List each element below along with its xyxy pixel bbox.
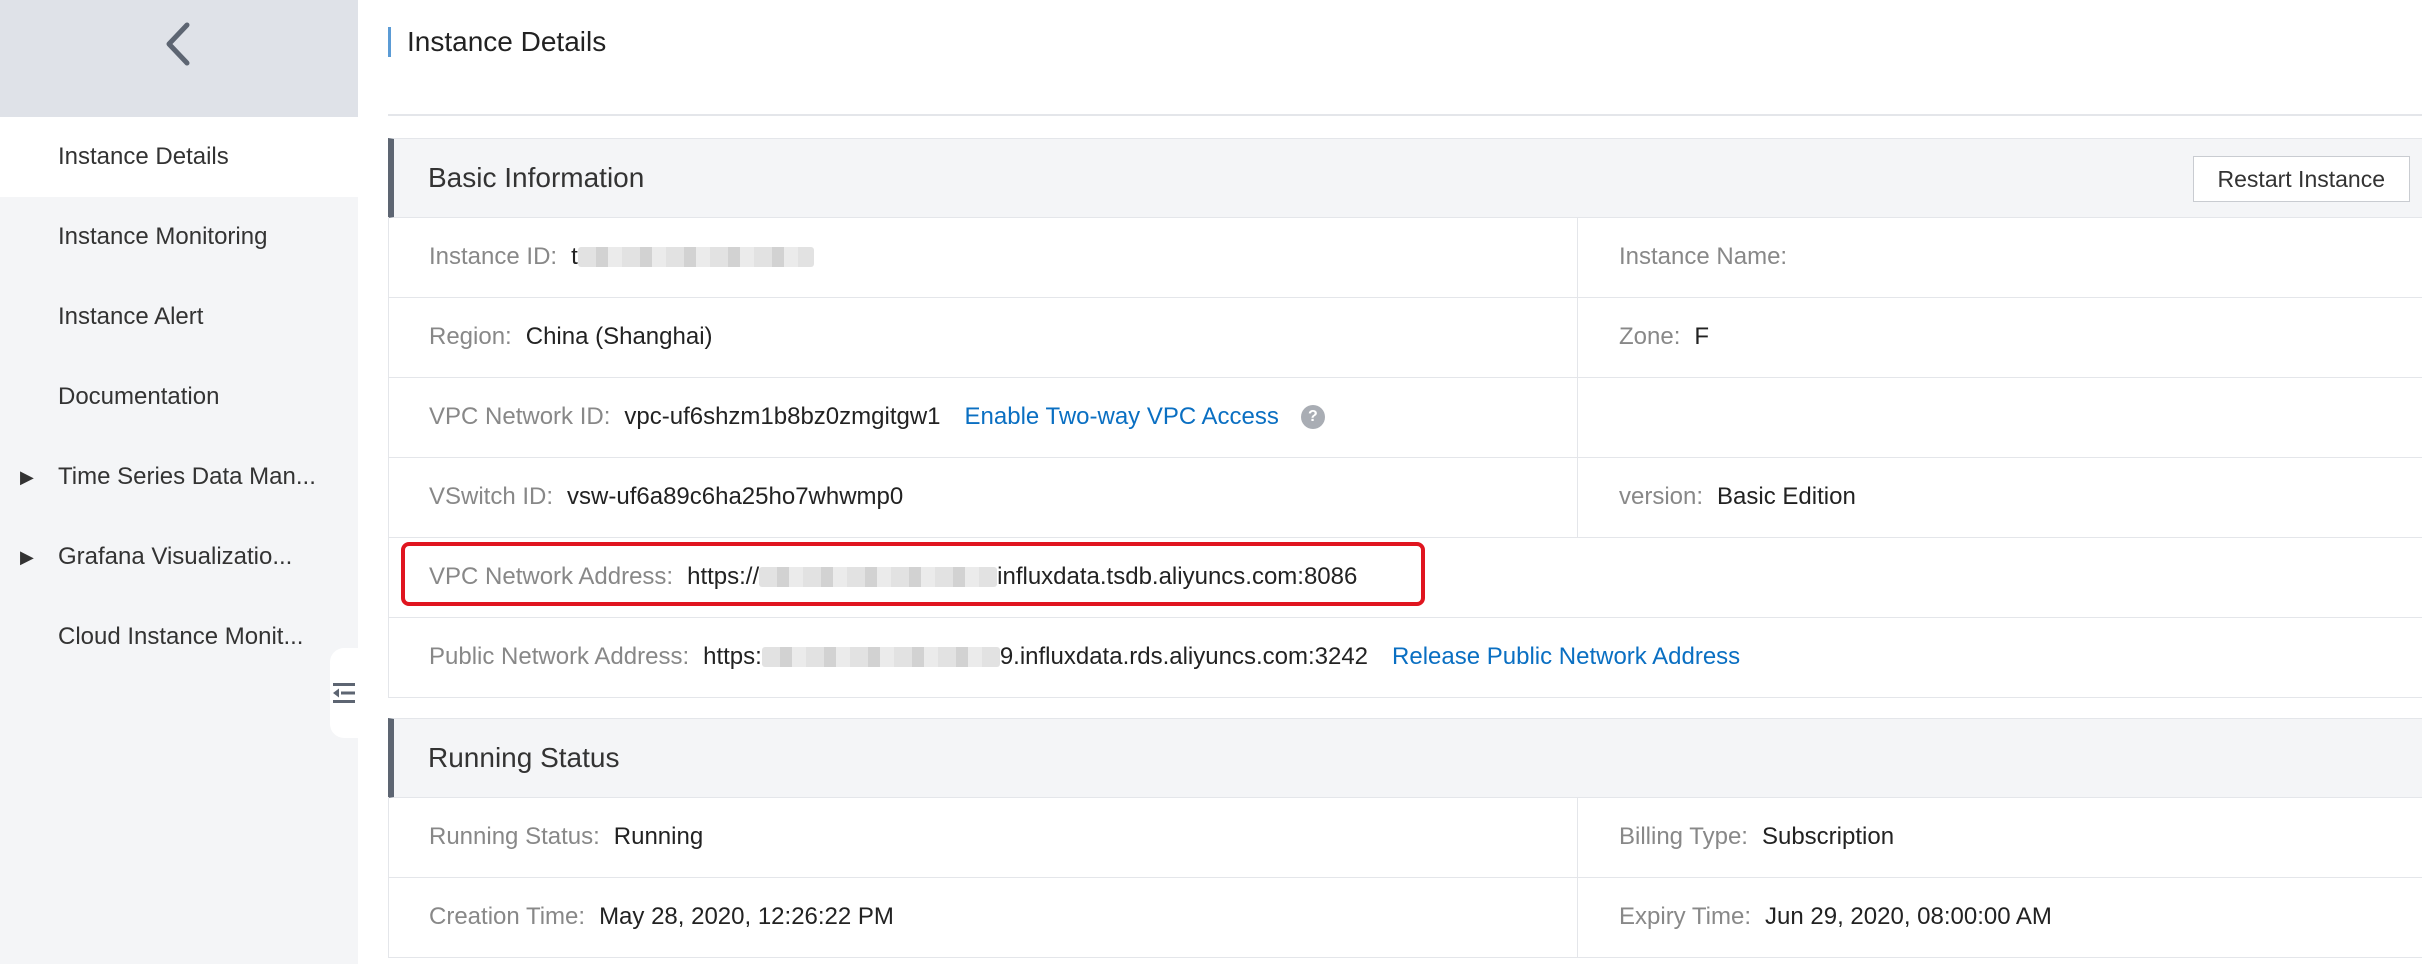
sidebar-item-instance-monitoring[interactable]: Instance Monitoring (0, 197, 358, 277)
zone-label: Zone: (1619, 323, 1681, 350)
creation-time-label: Creation Time: (429, 903, 586, 930)
version-label: version: (1619, 483, 1704, 510)
public-address-label: Public Network Address: (429, 643, 690, 670)
instance-id-field: Instance ID: t (429, 217, 814, 297)
version-value: Basic Edition (1717, 483, 1856, 510)
info-row-vpc-address: VPC Network Address: https:// influxdata… (388, 537, 2422, 618)
version-field: version: Basic Edition (1619, 457, 1856, 537)
zone-value: F (1694, 323, 1710, 350)
billing-type-label: Billing Type: (1619, 823, 1748, 850)
public-address-field: Public Network Address: https: 9.influxd… (429, 617, 1740, 697)
sidebar-item-documentation[interactable]: Documentation (0, 357, 358, 437)
sidebar-item-label: Documentation (58, 383, 220, 410)
back-button[interactable] (158, 20, 198, 68)
sidebar-item-time-series-data[interactable]: ▶ Time Series Data Man... (0, 437, 358, 517)
vpc-address-value-end: influxdata.tsdb.aliyuncs.com:8086 (997, 563, 1358, 590)
instance-id-value: t (571, 243, 578, 270)
expiry-time-label: Expiry Time: (1619, 903, 1752, 930)
expiry-time-value: Jun 29, 2020, 08:00:00 AM (1765, 903, 2052, 930)
info-row-vswitch: VSwitch ID: vsw-uf6a89c6ha25ho7whwmp0 ve… (388, 457, 2422, 538)
vswitch-id-label: VSwitch ID: (429, 483, 554, 510)
expiry-time-field: Expiry Time: Jun 29, 2020, 08:00:00 AM (1619, 877, 2052, 957)
caret-right-icon: ▶ (20, 547, 34, 567)
sidebar-header (0, 0, 358, 117)
region-label: Region: (429, 323, 512, 350)
sidebar-item-label: Instance Details (58, 143, 229, 170)
info-row-vpc: VPC Network ID: vpc-uf6shzm1b8bz0zmgitgw… (388, 377, 2422, 458)
running-status-field: Running Status: Running (429, 797, 703, 877)
creation-time-field: Creation Time: May 28, 2020, 12:26:22 PM (429, 877, 894, 957)
help-icon[interactable]: ? (1300, 405, 1325, 429)
status-row-running: Running Status: Running Billing Type: Su… (388, 797, 2422, 878)
sidebar-nav: Instance Details Instance Monitoring Ins… (0, 117, 358, 677)
column-divider (1577, 457, 1578, 537)
main-content: Instance Details Basic Information Resta… (388, 0, 2422, 964)
vswitch-id-value: vsw-uf6a89c6ha25ho7whwmp0 (567, 483, 904, 510)
chevron-left-icon (166, 22, 190, 66)
collapse-sidebar-button[interactable] (330, 648, 358, 738)
masked-value (577, 247, 814, 267)
sidebar-item-label: Instance Monitoring (58, 223, 268, 250)
basic-info-header: Basic Information Restart Instance (388, 138, 2422, 218)
info-row-instance: Instance ID: t Instance Name: (388, 217, 2422, 298)
sidebar-item-label: Grafana Visualizatio... (58, 543, 293, 570)
sidebar-item-cloud-monitor[interactable]: Cloud Instance Monit... (0, 597, 358, 677)
title-accent-bar (388, 27, 391, 57)
region-value: China (Shanghai) (525, 323, 713, 350)
instance-name-field: Instance Name: (1619, 217, 1801, 297)
running-status-label: Running Status: (429, 823, 600, 850)
masked-value (761, 647, 1000, 667)
masked-value (759, 567, 998, 587)
billing-type-field: Billing Type: Subscription (1619, 797, 1894, 877)
vpc-address-field: VPC Network Address: https:// influxdata… (429, 537, 1357, 617)
public-address-value-start: https: (703, 643, 762, 670)
vpc-id-label: VPC Network ID: (429, 403, 611, 430)
vswitch-id-field: VSwitch ID: vsw-uf6a89c6ha25ho7whwmp0 (429, 457, 903, 537)
region-field: Region: China (Shanghai) (429, 297, 713, 377)
running-status-header: Running Status (388, 718, 2422, 798)
status-row-times: Creation Time: May 28, 2020, 12:26:22 PM… (388, 877, 2422, 958)
billing-type-value: Subscription (1761, 823, 1895, 850)
info-row-public-address: Public Network Address: https: 9.influxd… (388, 617, 2422, 698)
info-row-region: Region: China (Shanghai) Zone: F (388, 297, 2422, 378)
column-divider (1577, 377, 1578, 457)
sidebar-item-instance-details[interactable]: Instance Details (0, 117, 358, 197)
running-status-value: Running (613, 823, 704, 850)
vpc-id-field: VPC Network ID: vpc-uf6shzm1b8bz0zmgitgw… (429, 377, 1325, 457)
column-divider (1577, 797, 1578, 877)
instance-name-label: Instance Name: (1619, 243, 1788, 270)
page-title: Instance Details (407, 26, 607, 57)
release-public-address-link[interactable]: Release Public Network Address (1392, 643, 1740, 671)
column-divider (1577, 217, 1578, 297)
section-title: Basic Information (428, 162, 645, 193)
vpc-address-value-start: https:// (687, 563, 760, 590)
zone-field: Zone: F (1619, 297, 1709, 377)
section-title: Running Status (428, 742, 620, 773)
sidebar-item-grafana[interactable]: ▶ Grafana Visualizatio... (0, 517, 358, 597)
sidebar: Instance Details Instance Monitoring Ins… (0, 0, 358, 964)
collapse-menu-icon (333, 683, 355, 703)
enable-two-way-vpc-link[interactable]: Enable Two-way VPC Access (965, 403, 1279, 431)
page-header: Instance Details (388, 22, 606, 62)
sidebar-item-label: Instance Alert (58, 303, 204, 330)
sidebar-item-label: Time Series Data Man... (58, 463, 316, 490)
sidebar-item-instance-alert[interactable]: Instance Alert (0, 277, 358, 357)
vpc-id-value: vpc-uf6shzm1b8bz0zmgitgw1 (624, 403, 941, 430)
sidebar-item-label: Cloud Instance Monit... (58, 623, 304, 650)
restart-instance-button[interactable]: Restart Instance (2192, 156, 2410, 202)
caret-right-icon: ▶ (20, 467, 34, 487)
public-address-value-end: 9.influxdata.rds.aliyuncs.com:3242 (999, 643, 1369, 670)
instance-id-label: Instance ID: (429, 243, 558, 270)
creation-time-value: May 28, 2020, 12:26:22 PM (599, 903, 894, 930)
vpc-address-label: VPC Network Address: (429, 563, 674, 590)
header-divider (388, 114, 2422, 116)
column-divider (1577, 877, 1578, 957)
column-divider (1577, 297, 1578, 377)
